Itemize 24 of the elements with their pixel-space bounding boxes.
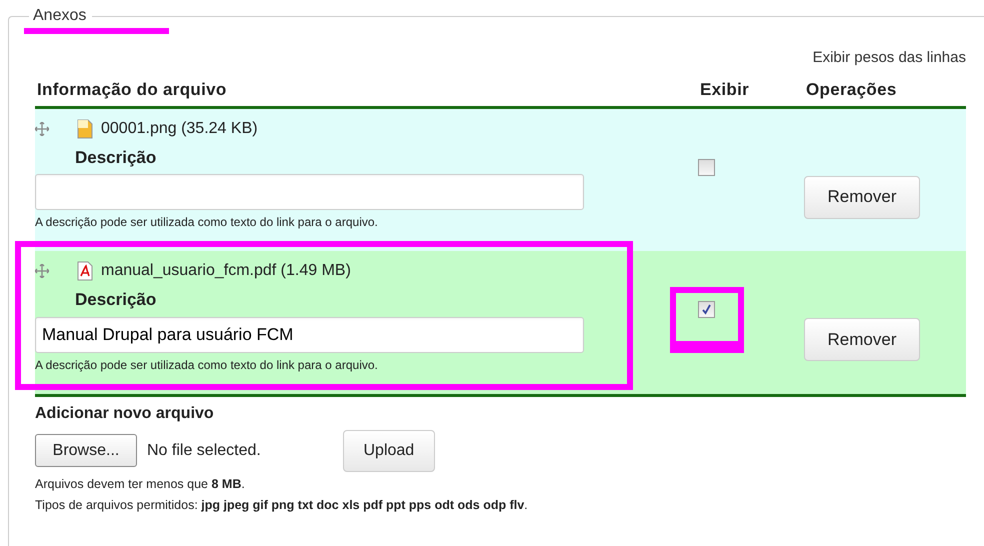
browse-button[interactable]: Browse... (35, 434, 137, 467)
show-checkbox[interactable] (698, 158, 715, 176)
drag-handle-icon[interactable] (35, 122, 49, 136)
field-label: Descrição (75, 146, 158, 168)
size-note: Arquivos devem ter menos que 8 MB. (35, 476, 246, 493)
description-field[interactable] (35, 174, 584, 210)
pdf-file-icon (77, 261, 93, 281)
image-file-icon (77, 118, 93, 138)
types-note: Tipos de arquivos permitidos: jpg jpeg gif png txt doc xls pdf ppt pps odt ods odp flv. (35, 497, 529, 514)
drag-handle-icon[interactable] (35, 264, 49, 278)
field-label: Descrição (75, 289, 158, 311)
show-checkbox[interactable] (698, 301, 715, 318)
file-name[interactable]: 00001.png (35.24 KB) (101, 116, 258, 140)
row-weights-link[interactable]: Exibir pesos das linhas (812, 49, 966, 66)
help-text: A descrição pode ser utilizada como texto do link para o arquivo. (35, 356, 379, 374)
file-status: No file selected. (147, 440, 261, 460)
help-text: A descrição pode ser utilizada como texto do link para o arquivo. (35, 214, 379, 231)
section-label: Adicionar novo arquivo (35, 404, 215, 424)
description-field[interactable]: Manual Drupal para usuário FCM (35, 316, 584, 352)
remove-button[interactable]: Remover (804, 318, 920, 361)
file-name[interactable]: manual_usuario_fcm.pdf (1.49 MB) (101, 259, 351, 283)
remove-button[interactable]: Remover (804, 176, 920, 218)
upload-button[interactable]: Upload (342, 430, 435, 472)
checkmark-icon (701, 304, 712, 315)
